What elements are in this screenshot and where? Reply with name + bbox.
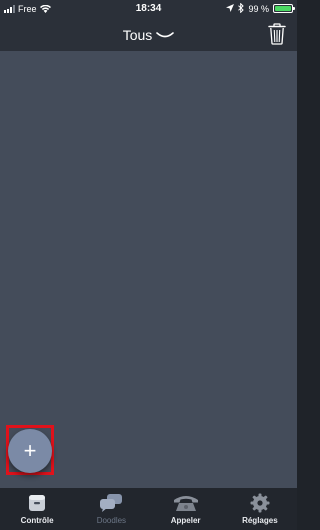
chat-bubbles-icon xyxy=(100,494,123,512)
controller-icon xyxy=(29,495,46,511)
phone-icon xyxy=(173,496,198,511)
battery-icon xyxy=(273,4,295,13)
tab-label: Doodles xyxy=(96,516,127,525)
bluetooth-icon xyxy=(238,1,245,15)
tab-bar: Contrôle Doodles Appeler Réglages xyxy=(0,488,297,530)
tab-reglages[interactable]: Réglages xyxy=(223,488,297,530)
trash-icon xyxy=(268,23,286,45)
battery-percent: 99 % xyxy=(248,3,269,14)
doodle-list-area xyxy=(0,51,297,488)
tab-doodles[interactable]: Doodles xyxy=(74,488,148,530)
filter-dropdown[interactable]: Tous xyxy=(0,27,297,43)
trash-button[interactable] xyxy=(268,23,286,45)
header: Tous xyxy=(0,17,297,51)
header-title: Tous xyxy=(122,27,153,43)
status-right: 99 % xyxy=(226,1,295,15)
add-button[interactable]: + xyxy=(8,429,52,473)
location-arrow-icon xyxy=(226,3,235,14)
add-icon: + xyxy=(23,438,37,463)
gear-icon xyxy=(250,493,270,513)
tab-controle[interactable]: Contrôle xyxy=(0,488,74,530)
tab-appeler[interactable]: Appeler xyxy=(149,488,223,530)
tab-label: Réglages xyxy=(242,516,278,525)
tab-label: Appeler xyxy=(170,516,201,525)
chevron-down-icon xyxy=(156,31,175,39)
tab-label: Contrôle xyxy=(20,516,54,525)
status-bar: Free 18:34 99 % xyxy=(0,0,297,17)
